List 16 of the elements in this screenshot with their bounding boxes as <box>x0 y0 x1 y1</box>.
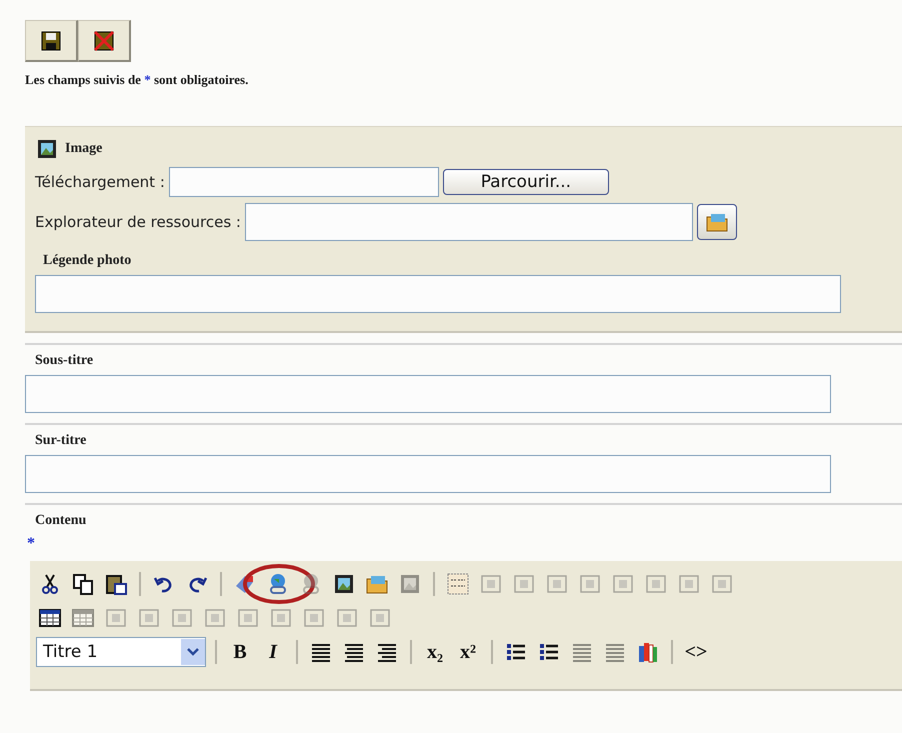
caption-label: Légende photo <box>42 253 132 269</box>
required-mark: * <box>26 535 36 553</box>
image-heading: Image <box>65 141 102 157</box>
format-button[interactable]: x₂ <box>421 638 449 666</box>
format-button[interactable]: I <box>259 638 287 666</box>
upload-label: Téléchargement : <box>35 173 165 191</box>
format-button[interactable]: <> <box>682 638 710 666</box>
explorer-label: Explorateur de ressources : <box>35 213 241 231</box>
field-label: Sur-titre <box>34 433 88 449</box>
content-label: Contenu <box>34 513 88 529</box>
format-button[interactable]: B <box>226 638 254 666</box>
required-notice: Les champs suivis de * sont obligatoires. <box>25 72 250 89</box>
field-label: Sous-titre <box>34 353 94 369</box>
format-select[interactable]: Titre 1 <box>36 637 206 667</box>
format-button[interactable]: x² <box>454 638 482 666</box>
browse-button[interactable]: Parcourir... <box>442 169 609 195</box>
